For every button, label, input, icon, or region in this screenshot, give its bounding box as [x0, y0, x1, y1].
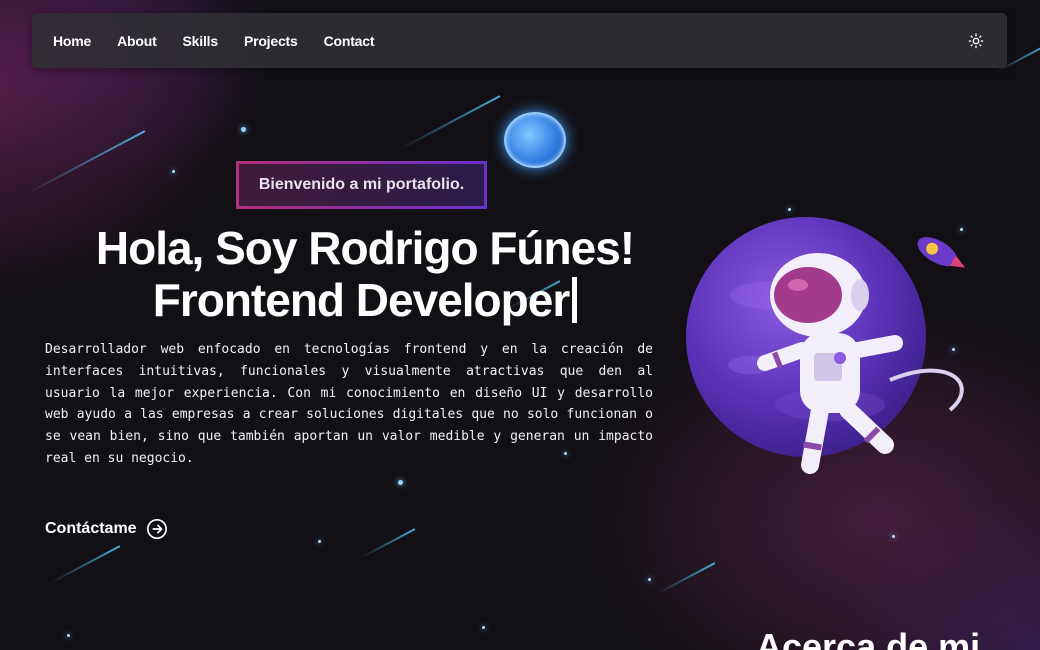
star — [482, 626, 485, 629]
nav-link-about[interactable]: About — [117, 33, 157, 49]
star — [788, 208, 791, 211]
contact-cta-link[interactable]: Contáctame — [45, 518, 168, 540]
nav-link-home[interactable]: Home — [53, 33, 91, 49]
nav-link-contact[interactable]: Contact — [324, 33, 375, 49]
welcome-badge-text: Bienvenido a mi portafolio. — [258, 176, 465, 193]
shooting-star — [48, 545, 121, 585]
navbar: Home About Skills Projects Contact — [32, 13, 1007, 68]
section-heading-about: Acerca de mi — [756, 626, 981, 650]
blue-planet-icon — [504, 112, 566, 168]
star — [67, 634, 70, 637]
arrow-right-circle-icon — [146, 519, 167, 539]
theme-toggle-button[interactable] — [967, 32, 985, 50]
shooting-star — [657, 562, 716, 595]
star — [648, 578, 651, 581]
star — [892, 535, 895, 538]
star — [172, 170, 175, 173]
astronaut-illustration — [686, 217, 966, 474]
nav-link-skills[interactable]: Skills — [183, 33, 219, 49]
hero-title-line1: Hola, Soy Rodrigo Fúnes! — [95, 222, 635, 274]
sun-icon — [968, 33, 984, 48]
hero-title: Hola, Soy Rodrigo Fúnes! Frontend Develo… — [40, 222, 690, 326]
shooting-star — [25, 130, 146, 196]
welcome-badge: Bienvenido a mi portafolio. — [236, 161, 487, 209]
star — [318, 540, 321, 543]
nav-links: Home About Skills Projects Contact — [53, 33, 375, 49]
typing-cursor — [572, 277, 578, 323]
star — [241, 127, 246, 132]
nav-link-projects[interactable]: Projects — [244, 33, 298, 49]
contact-cta-label: Contáctame — [45, 520, 137, 537]
shooting-star — [361, 528, 416, 559]
shooting-star — [397, 95, 501, 151]
star — [398, 480, 403, 485]
rocket-icon — [917, 237, 966, 268]
hero-description: Desarrollador web enfocado en tecnología… — [45, 342, 653, 466]
hero-title-line2: Frontend Developer — [152, 274, 571, 326]
